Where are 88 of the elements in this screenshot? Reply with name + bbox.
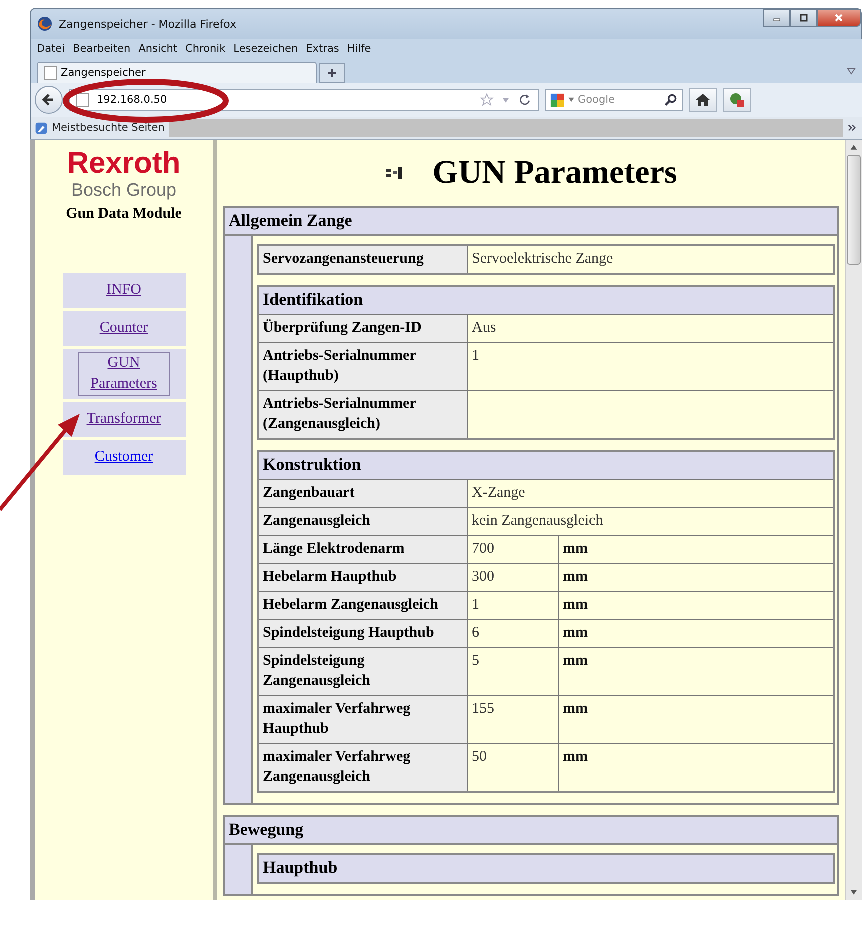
nav-link[interactable]: Counter: [79, 318, 169, 339]
brand-subtitle: Bosch Group: [71, 180, 177, 200]
table-cell: Antriebs-Serialnummer (Zangenausgleich): [258, 390, 468, 439]
menu-item[interactable]: Lesezeichen: [234, 43, 298, 55]
bookmark-item[interactable]: Meistbesuchte Seiten: [35, 122, 169, 134]
table-cell: mm: [558, 564, 834, 592]
menu-item[interactable]: Extras: [306, 43, 340, 55]
menu-item[interactable]: Bearbeiten: [73, 43, 131, 55]
search-field[interactable]: Google: [545, 89, 683, 111]
search-engine-icon[interactable]: [550, 92, 565, 108]
bookmark-icon: [35, 122, 48, 134]
tab-list-icon[interactable]: [847, 68, 856, 75]
firefox-logo-icon: [37, 16, 53, 32]
nav-link[interactable]: GUN Parameters: [79, 353, 169, 395]
nav-item[interactable]: GUN Parameters: [62, 349, 186, 399]
table-cell: maximaler Verfahrweg Haupthub: [258, 696, 468, 744]
table-cell: Aus: [468, 314, 834, 342]
section-header: Allgemein Zange: [225, 208, 837, 236]
gun-icon: [384, 166, 405, 180]
search-icon[interactable]: [664, 93, 678, 107]
table-cell: Hebelarm Zangenausgleich: [258, 592, 468, 620]
window-title: Zangenspeicher - Mozilla Firefox: [59, 18, 237, 30]
subsection-header: Haupthub: [258, 854, 834, 883]
table-cell: 5: [468, 648, 558, 696]
nav-item[interactable]: Counter: [62, 311, 186, 346]
scrollbar[interactable]: [845, 140, 862, 900]
table-cell: Spindelsteigung Zangenausgleich: [258, 648, 468, 696]
menu-item[interactable]: Datei: [37, 43, 66, 55]
menu-item[interactable]: Ansicht: [138, 43, 178, 55]
nav-item[interactable]: INFO: [62, 273, 186, 308]
table-cell: 700: [468, 536, 558, 564]
table-cell: mm: [558, 620, 834, 648]
home-icon: [695, 92, 711, 108]
table-cell: Servoelektrische Zange: [468, 245, 834, 274]
menu-item[interactable]: Hilfe: [347, 43, 372, 55]
nav-item[interactable]: Customer: [62, 440, 186, 475]
maximize-icon: [798, 13, 808, 23]
scroll-down-icon[interactable]: [850, 889, 858, 896]
close-icon: [834, 13, 844, 23]
table-cell: mm: [558, 744, 834, 792]
table-cell: mm: [558, 536, 834, 564]
address-bar[interactable]: 192.168.0.50: [69, 89, 539, 111]
table-cell: Hebelarm Haupthub: [258, 564, 468, 592]
module-title: Gun Data Module: [66, 206, 182, 223]
table-cell: maximaler Verfahrweg Zangenausgleich: [258, 744, 468, 792]
table-cell: 6: [468, 620, 558, 648]
table-cell: kein Zangenausgleich: [468, 508, 834, 536]
subsection-header: Identifikation: [258, 286, 834, 314]
table-cell: Servozangenansteuerung: [258, 245, 468, 274]
table-cell: Zangenausgleich: [258, 508, 468, 536]
table-cell: Spindelsteigung Haupthub: [258, 620, 468, 648]
section-header: Bewegung: [225, 817, 837, 845]
table-cell: 155: [468, 696, 558, 744]
table-cell: Zangenbauart: [258, 480, 468, 508]
reload-icon[interactable]: [518, 93, 532, 107]
addon-button[interactable]: [723, 88, 751, 112]
table-cell: 1: [468, 592, 558, 620]
table-cell: mm: [558, 592, 834, 620]
table-cell: Antriebs-Serialnummer (Haupthub): [258, 342, 468, 390]
subsection-header: Konstruktion: [258, 451, 834, 480]
nav-link[interactable]: Transformer: [79, 409, 169, 430]
dropdown-icon[interactable]: [568, 97, 575, 103]
globe-icon: [729, 92, 745, 108]
back-button[interactable]: [35, 86, 63, 114]
close-button[interactable]: [817, 9, 861, 27]
table-cell: mm: [558, 648, 834, 696]
table-cell: 50: [468, 744, 558, 792]
brand-logo: Rexroth: [67, 148, 181, 180]
table-cell: Länge Elektrodenarm: [258, 536, 468, 564]
nav-item[interactable]: Transformer: [62, 402, 186, 437]
table-cell: Überprüfung Zangen-ID: [258, 314, 468, 342]
scroll-up-icon[interactable]: [850, 144, 858, 151]
table-cell: X-Zange: [468, 480, 834, 508]
nav-link[interactable]: Customer: [79, 447, 169, 468]
maximize-button[interactable]: [790, 9, 817, 27]
scrollbar-thumb[interactable]: [847, 155, 861, 265]
menu-item[interactable]: Chronik: [186, 43, 226, 55]
nav-link[interactable]: INFO: [79, 280, 169, 301]
new-tab-button[interactable]: [319, 63, 345, 83]
browser-tab[interactable]: Zangenspeicher: [37, 62, 317, 83]
table-cell: mm: [558, 696, 834, 744]
star-icon[interactable]: [480, 93, 494, 107]
chevron-icon[interactable]: [848, 124, 857, 132]
plus-icon: [327, 68, 337, 78]
table-cell: 300: [468, 564, 558, 592]
table-cell: 1: [468, 342, 834, 390]
home-button[interactable]: [689, 88, 717, 112]
page-title: GUN Parameters: [432, 154, 678, 192]
